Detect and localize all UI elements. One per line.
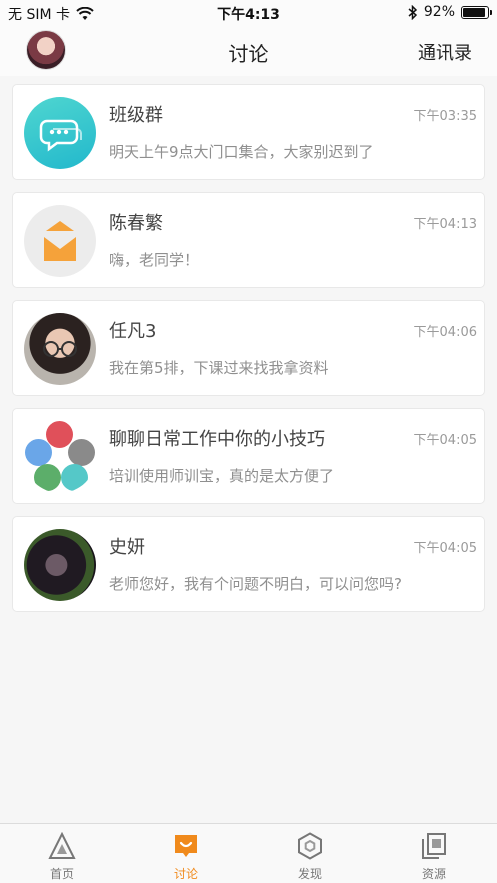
- resources-icon: [422, 833, 446, 859]
- default-person-icon: [24, 205, 96, 277]
- tab-home[interactable]: 首页: [0, 824, 124, 883]
- chat-item-chen-chunfan[interactable]: 陈春繁 下午04:13 嗨，老同学！: [12, 192, 485, 288]
- chat-time: 下午03:35: [413, 109, 477, 124]
- chat-time: 下午04:05: [413, 541, 477, 556]
- chat-name: 史妍: [109, 537, 145, 558]
- status-bar: 无 SIM 卡 下午4:13 92%: [0, 0, 497, 26]
- tab-discover[interactable]: 发现: [248, 824, 372, 883]
- chat-last-message: 嗨，老同学！: [109, 251, 200, 269]
- contact-photo-avatar: [24, 529, 96, 601]
- chat-name: 陈春繁: [109, 213, 163, 234]
- chat-last-message: 明天上午9点大门口集合，大家别迟到了: [109, 143, 374, 161]
- chat-item-shi-yan[interactable]: 史妍 下午04:05 老师您好，我有个问题不明白，可以问您吗?: [12, 516, 485, 612]
- chat-time: 下午04:13: [413, 217, 477, 232]
- battery-percent: 92%: [423, 4, 455, 20]
- tab-discussion[interactable]: 讨论: [124, 824, 248, 883]
- contact-photo-avatar: [24, 313, 96, 385]
- status-right: 92%: [408, 4, 492, 20]
- chat-name: 班级群: [109, 105, 163, 126]
- chat-name: 任凡3: [109, 321, 157, 342]
- home-triangle-icon: [48, 832, 76, 859]
- chat-last-message: 我在第5排，下课过来找我拿资料: [109, 359, 329, 377]
- discover-hexagon-icon: [298, 832, 322, 860]
- tab-bar: 首页 讨论 发现 资源: [0, 823, 497, 883]
- group-chat-icon: [24, 97, 96, 169]
- tab-label: 讨论: [173, 867, 198, 881]
- chat-item-class-group[interactable]: 班级群 下午03:35 明天上午9点大门口集合，大家别迟到了: [12, 84, 485, 180]
- tab-label: 资源: [421, 867, 446, 881]
- bluetooth-icon: [408, 4, 417, 20]
- tab-resources[interactable]: 资源: [372, 824, 496, 883]
- battery-icon: [461, 5, 492, 19]
- chat-last-message: 培训使用师训宝，真的是太方便了: [109, 467, 335, 485]
- nav-bar: 讨论 通讯录: [0, 26, 497, 76]
- chat-item-ren-fan[interactable]: 任凡3 下午04:06 我在第5排，下课过来找我拿资料: [12, 300, 485, 396]
- chat-time: 下午04:06: [413, 325, 477, 340]
- chat-last-message: 老师您好，我有个问题不明白，可以问您吗?: [109, 575, 402, 593]
- multi-avatar-icon: [24, 421, 96, 493]
- tab-label: 首页: [49, 867, 74, 881]
- chat-item-tips-group[interactable]: 聊聊日常工作中你的小技巧 下午04:05 培训使用师训宝，真的是太方便了: [12, 408, 485, 504]
- contacts-button[interactable]: 通讯录: [418, 39, 472, 65]
- chat-time: 下午04:05: [413, 433, 477, 448]
- chat-name: 聊聊日常工作中你的小技巧: [109, 429, 325, 450]
- battery-fill: [463, 7, 486, 17]
- discussion-icon: [175, 835, 197, 857]
- tab-label: 发现: [297, 867, 322, 881]
